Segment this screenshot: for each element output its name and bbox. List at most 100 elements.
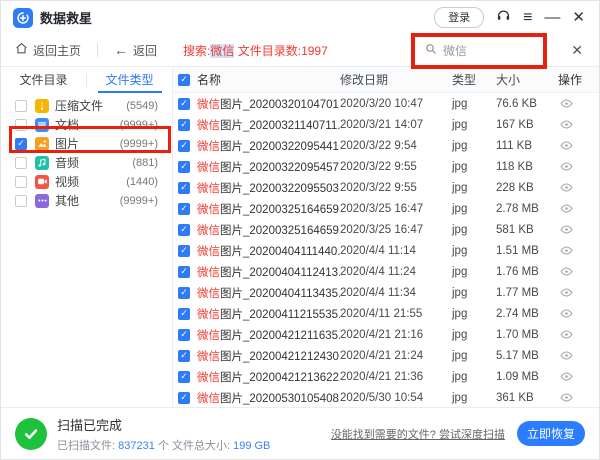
preview-eye-icon[interactable] [560,97,573,110]
file-type: jpg [452,287,496,299]
type-checkbox[interactable] [15,100,27,112]
file-name: 微信图片_20200421211635.jpg [197,327,340,343]
app-window: 数据救星 登录 ≡ — ✕ 返回主页 ← 返回 搜索:微信 文件目录数:1997 [0,0,600,460]
preview-eye-icon[interactable] [560,307,573,320]
file-type: jpg [452,203,496,215]
row-checkbox[interactable]: ✓ [178,266,190,278]
preview-eye-icon[interactable] [560,286,573,299]
row-checkbox[interactable]: ✓ [178,350,190,362]
type-label: 压缩文件 [55,97,103,114]
home-button[interactable]: 返回主页 [15,42,81,59]
table-row[interactable]: ✓ 微信图片_20200530105408.jpg 2020/5/30 10:5… [173,387,599,408]
back-button[interactable]: ← 返回 [114,42,157,59]
preview-eye-icon[interactable] [560,328,573,341]
preview-eye-icon[interactable] [560,118,573,131]
table-row[interactable]: ✓ 微信图片_20200404113435.jpg 2020/4/4 11:34… [173,282,599,303]
header-name[interactable]: 名称 [197,71,340,88]
row-checkbox[interactable]: ✓ [178,245,190,257]
header-date[interactable]: 修改日期 [340,71,452,88]
preview-eye-icon[interactable] [560,370,573,383]
type-checkbox[interactable] [15,195,27,207]
type-count: (5549) [126,100,158,112]
table-row[interactable]: ✓ 微信图片_20200320104701.jpg 2020/3/20 10:4… [173,93,599,114]
tab-file-directory[interactable]: 文件目录 [1,67,86,93]
table-row[interactable]: ✓ 微信图片_20200404112413.jpg 2020/4/4 11:24… [173,261,599,282]
file-date: 2020/3/25 16:47 [340,224,452,236]
file-type: jpg [452,224,496,236]
clear-search-icon[interactable]: ✕ [571,42,583,59]
file-size: 361 KB [496,392,558,404]
file-type-item[interactable]: 文档 (9999+) [1,115,172,134]
type-checkbox[interactable] [15,176,27,188]
table-row[interactable]: ✓ 微信图片_20200421211635.jpg 2020/4/21 21:1… [173,324,599,345]
preview-eye-icon[interactable] [560,202,573,215]
type-count: (881) [132,157,158,169]
preview-eye-icon[interactable] [560,160,573,173]
row-checkbox[interactable]: ✓ [178,161,190,173]
header-type[interactable]: 类型 [452,71,496,88]
row-checkbox[interactable]: ✓ [178,329,190,341]
login-button[interactable]: 登录 [434,7,484,28]
preview-eye-icon[interactable] [560,244,573,257]
type-checkbox[interactable] [15,157,27,169]
deep-scan-link[interactable]: 没能找到需要的文件? 尝试深度扫描 [331,426,505,442]
file-date: 2020/4/4 11:34 [340,287,452,299]
table-row[interactable]: ✓ 微信图片_20200325164659.jpg 2020/3/25 16:4… [173,198,599,219]
row-checkbox[interactable]: ✓ [178,371,190,383]
preview-eye-icon[interactable] [560,223,573,236]
file-name-highlight: 微信 [197,204,220,216]
file-size: 5.17 MB [496,350,558,362]
row-checkbox[interactable]: ✓ [178,119,190,131]
row-checkbox[interactable]: ✓ [178,203,190,215]
header-size[interactable]: 大小 [496,71,558,88]
type-checkbox[interactable]: ✓ [15,138,27,150]
file-type-item[interactable]: 其他 (9999+) [1,191,172,210]
preview-eye-icon[interactable] [560,265,573,278]
menu-icon[interactable]: ≡ [523,10,532,26]
recover-now-button[interactable]: 立即恢复 [517,421,585,446]
close-icon[interactable]: ✕ [572,10,585,25]
preview-eye-icon[interactable] [560,391,573,404]
file-type-item[interactable]: ✓ 图片 (9999+) [1,134,172,153]
file-size: 118 KB [496,161,558,173]
select-all-checkbox[interactable]: ✓ [178,74,190,86]
row-checkbox[interactable]: ✓ [178,392,190,404]
file-type: jpg [452,308,496,320]
table-row[interactable]: ✓ 微信图片_20200421213622.jpg 2020/4/21 21:3… [173,366,599,387]
file-type-item[interactable]: 音频 (881) [1,153,172,172]
row-checkbox[interactable]: ✓ [178,287,190,299]
table-row[interactable]: ✓ 微信图片_20200421212430.jpg 2020/4/21 21:2… [173,345,599,366]
row-checkbox[interactable]: ✓ [178,308,190,320]
row-checkbox[interactable]: ✓ [178,182,190,194]
table-body: ✓ 微信图片_20200320104701.jpg 2020/3/20 10:4… [173,93,599,408]
table-row[interactable]: ✓ 微信图片_20200322095457.jpg 2020/3/22 9:55… [173,156,599,177]
toolbar-divider [97,43,98,57]
row-checkbox[interactable]: ✓ [178,224,190,236]
row-checkbox[interactable]: ✓ [178,140,190,152]
type-count: (9999+) [120,195,158,207]
table-row[interactable]: ✓ 微信图片_202003251646591.jpg 2020/3/25 16:… [173,219,599,240]
table-row[interactable]: ✓ 微信图片_20200322095503.jpg 2020/3/22 9:55… [173,177,599,198]
table-row[interactable]: ✓ 微信图片_20200321140711.jpg 2020/3/21 14:0… [173,114,599,135]
row-checkbox[interactable]: ✓ [178,98,190,110]
footer-bar: 扫描已完成 已扫描文件: 837231 个 文件总大小: 199 GB 没能找到… [1,407,599,459]
file-table: ✓ 名称 修改日期 类型 大小 操作 ✓ 微信图片_20200320104701… [173,67,599,409]
headset-support-icon[interactable] [496,8,511,27]
type-checkbox[interactable] [15,119,27,131]
file-date: 2020/4/21 21:36 [340,371,452,383]
search-input[interactable]: 微信 [425,34,467,66]
file-type-item[interactable]: 视频 (1440) [1,172,172,191]
file-size: 1.51 MB [496,245,558,257]
minimize-icon[interactable]: — [544,10,560,26]
scan-status-title: 扫描已完成 [57,415,270,434]
table-row[interactable]: ✓ 微信图片_20200404111440.jpg 2020/4/4 11:14… [173,240,599,261]
preview-eye-icon[interactable] [560,181,573,194]
preview-eye-icon[interactable] [560,349,573,362]
table-row[interactable]: ✓ 微信图片_20200322095441.jpg 2020/3/22 9:54… [173,135,599,156]
file-size: 2.74 MB [496,308,558,320]
preview-eye-icon[interactable] [560,139,573,152]
tab-file-type[interactable]: 文件类型 [87,67,172,93]
table-row[interactable]: ✓ 微信图片_20200411215535.jpg 2020/4/11 21:5… [173,303,599,324]
file-type-item[interactable]: 压缩文件 (5549) [1,96,172,115]
header-ops: 操作 [558,71,599,88]
